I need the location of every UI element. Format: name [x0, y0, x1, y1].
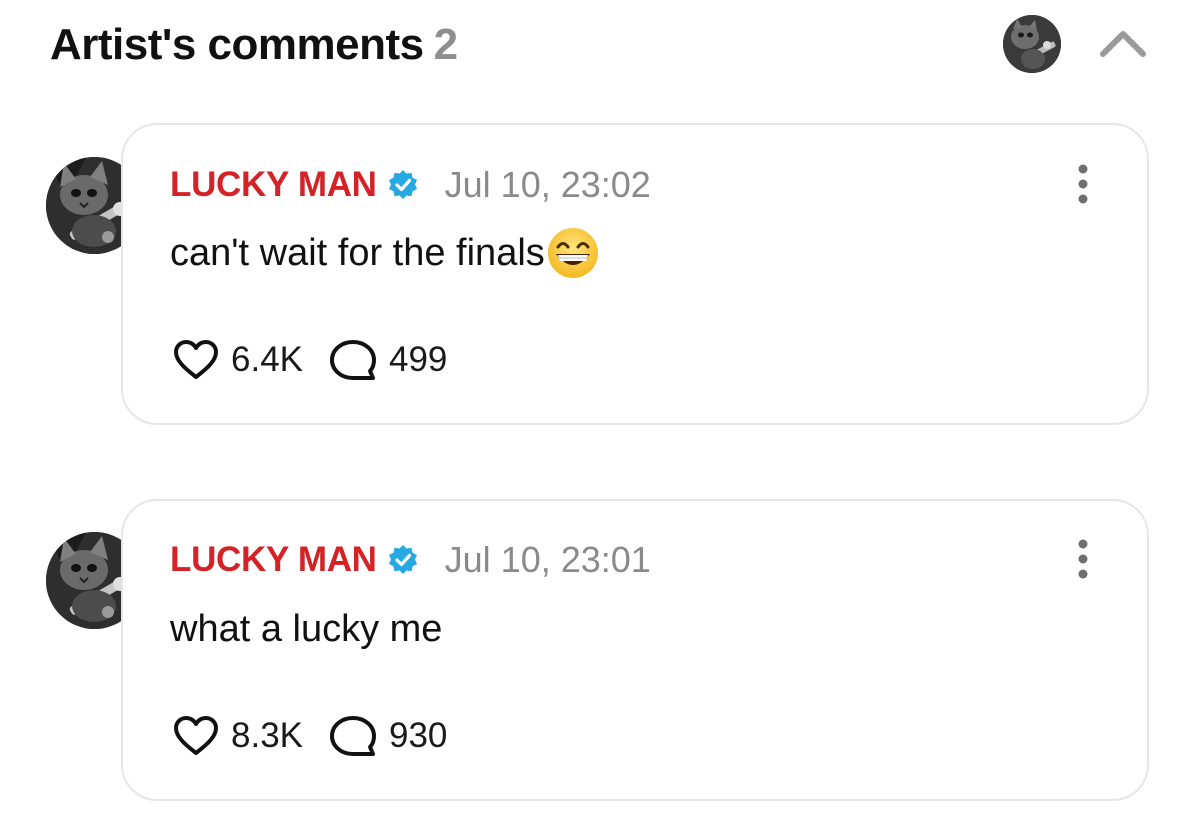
section-title-label: Artist's comments — [50, 20, 424, 69]
comment-body: what a lucky me — [170, 601, 442, 657]
grinning-face-emoji-icon — [547, 228, 598, 278]
reply-button[interactable]: 930 — [329, 715, 447, 757]
comment-count: 2 — [433, 20, 458, 69]
heart-outline-icon — [174, 340, 218, 379]
comment-timestamp: Jul 10, 23:02 — [444, 164, 651, 205]
author-name[interactable]: LUCKY MAN — [170, 165, 377, 205]
vertical-ellipsis-icon — [1078, 539, 1088, 579]
comment-body: can't wait for the finals — [170, 225, 600, 281]
heart-outline-icon — [174, 716, 218, 755]
verified-badge-icon — [388, 545, 417, 574]
like-count: 8.3K — [231, 716, 303, 755]
comment-card: LUCKY MAN Jul 10, 23:02 can't wait for t… — [121, 123, 1149, 425]
comments-header: Artist's comments 2 — [0, 0, 1200, 95]
speech-bubble-icon — [330, 340, 376, 380]
comment-actions: 8.3K 930 — [173, 711, 447, 761]
reply-button[interactable]: 499 — [329, 339, 447, 381]
comment-meta: LUCKY MAN Jul 10, 23:02 — [170, 160, 651, 210]
comment-text: what a lucky me — [170, 607, 443, 650]
collapse-button[interactable] — [1093, 22, 1153, 66]
artist-avatar[interactable] — [1003, 15, 1061, 73]
chevron-up-icon — [1100, 31, 1146, 57]
comment-actions: 6.4K 499 — [173, 335, 447, 385]
cat-photo-icon — [1003, 15, 1061, 73]
speech-bubble-icon — [330, 716, 376, 756]
verified-badge-icon — [388, 170, 417, 199]
comment-text: can't wait for the finals — [170, 231, 545, 274]
reply-count: 930 — [389, 716, 448, 755]
more-options-button[interactable] — [1073, 162, 1093, 206]
section-title: Artist's comments 2 — [50, 20, 458, 70]
vertical-ellipsis-icon — [1078, 164, 1088, 204]
author-name[interactable]: LUCKY MAN — [170, 540, 377, 580]
comment-meta: LUCKY MAN Jul 10, 23:01 — [170, 535, 651, 585]
comment-timestamp: Jul 10, 23:01 — [444, 539, 651, 580]
reply-count: 499 — [389, 340, 448, 379]
like-count: 6.4K — [231, 340, 303, 379]
like-button[interactable]: 8.3K — [173, 715, 303, 757]
comment-card: LUCKY MAN Jul 10, 23:01 what a lucky me … — [121, 499, 1149, 801]
like-button[interactable]: 6.4K — [173, 339, 303, 381]
more-options-button[interactable] — [1073, 537, 1093, 581]
